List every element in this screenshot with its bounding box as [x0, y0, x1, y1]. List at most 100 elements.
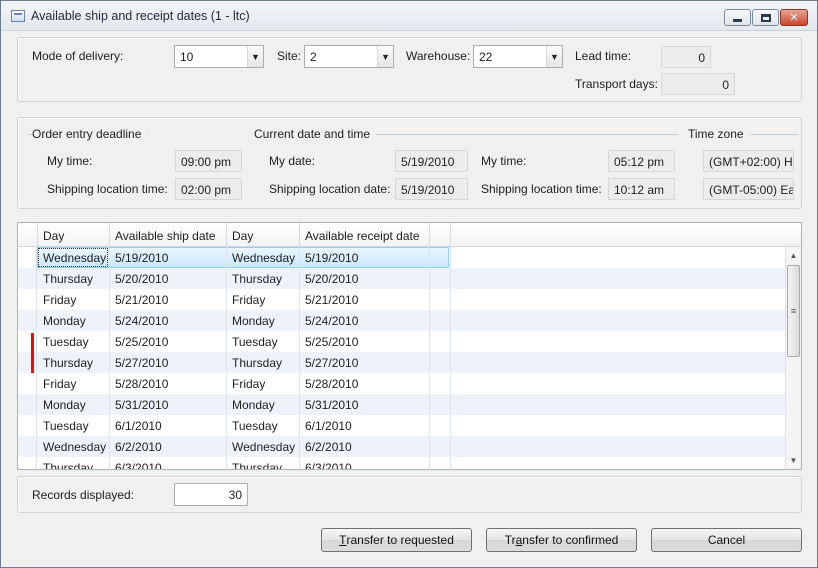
cell-ship-date[interactable]: 5/20/2010 — [110, 268, 227, 289]
scroll-up-button[interactable]: ▲ — [786, 247, 801, 263]
cell-ship-date[interactable]: 5/24/2010 — [110, 310, 227, 331]
cell-receipt-date[interactable]: 5/25/2010 — [300, 331, 430, 352]
cell-receipt-date[interactable]: 6/3/2010 — [300, 457, 430, 469]
row-selector[interactable] — [18, 394, 37, 415]
cell-spacer[interactable] — [430, 394, 451, 415]
cell-receipt-date[interactable]: 5/27/2010 — [300, 352, 430, 373]
cell-spacer[interactable] — [430, 289, 451, 310]
row-selector[interactable] — [18, 373, 37, 394]
cell-ship-day[interactable]: Tuesday — [38, 415, 110, 436]
cell-spacer[interactable] — [430, 436, 451, 457]
cell-ship-date[interactable]: 5/27/2010 — [110, 352, 227, 373]
col-header-ship-date[interactable]: Available ship date — [110, 223, 227, 247]
mode-of-delivery-dropdown[interactable]: ▼ — [247, 46, 263, 67]
row-selector[interactable] — [18, 268, 37, 289]
cell-ship-day[interactable]: Monday — [38, 394, 110, 415]
cell-ship-date[interactable]: 6/1/2010 — [110, 415, 227, 436]
cell-receipt-date[interactable]: 6/1/2010 — [300, 415, 430, 436]
cell-receipt-date[interactable]: 6/2/2010 — [300, 436, 430, 457]
cell-spacer[interactable] — [430, 331, 451, 352]
cell-ship-day[interactable]: Friday — [38, 373, 110, 394]
maximize-button[interactable] — [752, 9, 779, 26]
cell-receipt-date[interactable]: 5/19/2010 — [300, 247, 430, 268]
table-row[interactable]: Thursday 6/3/2010 Thursday 6/3/2010 — [18, 457, 785, 469]
table-row[interactable]: Wednesday 5/19/2010 Wednesday 5/19/2010 — [18, 247, 785, 268]
row-selector[interactable] — [18, 310, 37, 331]
transfer-to-confirmed-button[interactable]: Tr a nsfer to confirmed — [486, 528, 637, 552]
table-row[interactable]: Wednesday 6/2/2010 Wednesday 6/2/2010 — [18, 436, 785, 457]
cell-ship-date[interactable]: 6/2/2010 — [110, 436, 227, 457]
cell-spacer[interactable] — [430, 457, 451, 469]
cell-receipt-day[interactable]: Friday — [227, 373, 300, 394]
cell-receipt-day[interactable]: Friday — [227, 289, 300, 310]
cell-spacer[interactable] — [430, 415, 451, 436]
cell-ship-day[interactable]: Monday — [38, 310, 110, 331]
table-row[interactable]: Friday 5/21/2010 Friday 5/21/2010 — [18, 289, 785, 310]
table-row[interactable]: Tuesday 5/25/2010 Tuesday 5/25/2010 — [18, 331, 785, 352]
cell-receipt-day[interactable]: Monday — [227, 310, 300, 331]
scroll-thumb[interactable]: ≡ — [787, 265, 800, 357]
cell-ship-day[interactable]: Thursday — [38, 352, 110, 373]
cell-receipt-date[interactable]: 5/24/2010 — [300, 310, 430, 331]
scroll-down-button[interactable]: ▼ — [786, 452, 801, 468]
cell-receipt-day[interactable]: Tuesday — [227, 415, 300, 436]
grid-header-rowselector — [18, 223, 38, 247]
col-header-ship-day[interactable]: Day — [38, 223, 110, 247]
cell-ship-day[interactable]: Thursday — [38, 457, 110, 469]
cell-ship-day[interactable]: Thursday — [38, 268, 110, 289]
cell-receipt-date[interactable]: 5/20/2010 — [300, 268, 430, 289]
row-selector[interactable] — [18, 436, 37, 457]
records-displayed-input[interactable]: 30 — [174, 483, 248, 506]
cell-receipt-day[interactable]: Thursday — [227, 352, 300, 373]
warehouse-dropdown[interactable]: ▼ — [546, 46, 562, 67]
grid-vertical-scrollbar[interactable]: ▲ ≡ ▼ — [785, 247, 801, 469]
cell-receipt-date[interactable]: 5/31/2010 — [300, 394, 430, 415]
table-row[interactable]: Thursday 5/20/2010 Thursday 5/20/2010 — [18, 268, 785, 289]
table-row[interactable]: Thursday 5/27/2010 Thursday 5/27/2010 — [18, 352, 785, 373]
cell-ship-day[interactable]: Tuesday — [38, 331, 110, 352]
close-button[interactable]: ✕ — [780, 9, 808, 26]
dates-grid[interactable]: Day Available ship date Day Available re… — [17, 222, 802, 470]
cell-ship-date[interactable]: 5/25/2010 — [110, 331, 227, 352]
cell-receipt-day[interactable]: Wednesday — [227, 436, 300, 457]
table-row[interactable]: Friday 5/28/2010 Friday 5/28/2010 — [18, 373, 785, 394]
cell-receipt-day[interactable]: Thursday — [227, 457, 300, 469]
table-row[interactable]: Monday 5/31/2010 Monday 5/31/2010 — [18, 394, 785, 415]
table-row[interactable]: Monday 5/24/2010 Monday 5/24/2010 — [18, 310, 785, 331]
cell-receipt-date[interactable]: 5/21/2010 — [300, 289, 430, 310]
col-header-receipt-date[interactable]: Available receipt date — [300, 223, 430, 247]
cell-receipt-day[interactable]: Wednesday — [227, 247, 300, 268]
cell-ship-day[interactable]: Friday — [38, 289, 110, 310]
my-date-value: 5/19/2010 — [401, 155, 455, 169]
cell-spacer[interactable] — [430, 247, 451, 268]
cell-ship-date[interactable]: 5/28/2010 — [110, 373, 227, 394]
row-selector[interactable] — [18, 457, 37, 469]
cell-ship-date[interactable]: 5/31/2010 — [110, 394, 227, 415]
row-selector[interactable] — [18, 415, 37, 436]
cell-ship-date[interactable]: 5/21/2010 — [110, 289, 227, 310]
my-timezone-value: (GMT+02:00) H — [709, 155, 793, 169]
table-row[interactable]: Tuesday 6/1/2010 Tuesday 6/1/2010 — [18, 415, 785, 436]
transfer-to-requested-button[interactable]: Transfer to requested — [321, 528, 472, 552]
cell-receipt-day[interactable]: Tuesday — [227, 331, 300, 352]
cell-receipt-day[interactable]: Thursday — [227, 268, 300, 289]
row-selector[interactable] — [18, 352, 37, 373]
cell-spacer[interactable] — [430, 373, 451, 394]
cell-spacer[interactable] — [430, 352, 451, 373]
cell-receipt-day[interactable]: Monday — [227, 394, 300, 415]
row-selector[interactable] — [18, 289, 37, 310]
title-bar[interactable]: Available ship and receipt dates (1 - lt… — [1, 1, 817, 31]
col-header-receipt-day[interactable]: Day — [227, 223, 300, 247]
row-selector[interactable] — [18, 331, 37, 352]
site-dropdown[interactable]: ▼ — [377, 46, 393, 67]
minimize-button[interactable] — [724, 9, 751, 26]
cell-spacer[interactable] — [430, 310, 451, 331]
my-timezone-field: (GMT+02:00) H — [703, 150, 794, 172]
cancel-button[interactable]: Cancel — [651, 528, 802, 552]
cell-ship-date[interactable]: 6/3/2010 — [110, 457, 227, 469]
cell-spacer[interactable] — [430, 268, 451, 289]
cell-receipt-date[interactable]: 5/28/2010 — [300, 373, 430, 394]
cell-ship-day[interactable]: Wednesday — [38, 436, 110, 457]
cell-ship-date[interactable]: 5/19/2010 — [110, 247, 227, 268]
row-selector[interactable] — [18, 247, 37, 268]
